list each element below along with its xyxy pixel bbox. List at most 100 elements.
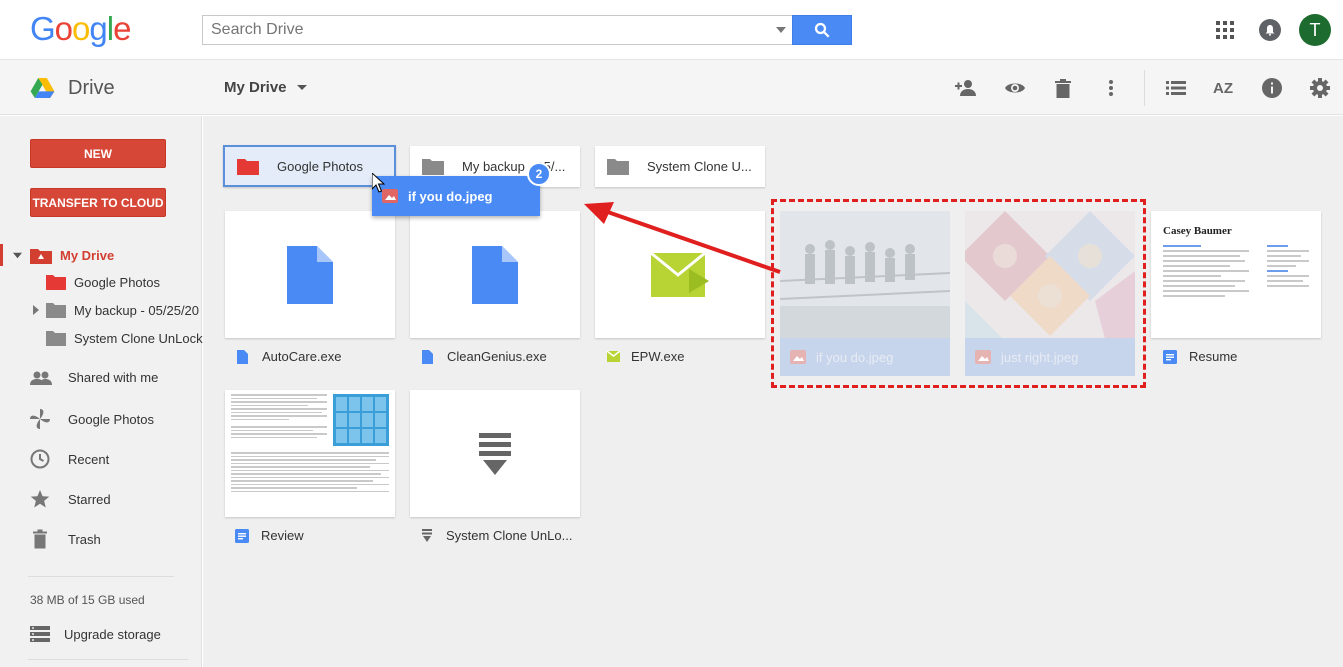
search-box bbox=[202, 15, 792, 45]
search-icon bbox=[814, 22, 830, 38]
sidebar-item-label: Trash bbox=[68, 531, 101, 547]
drive-toolbar: Drive My Drive AZ bbox=[0, 60, 1343, 115]
file-label-autocare[interactable]: AutoCare.exe bbox=[237, 349, 342, 364]
sidebar-item-my-drive[interactable]: My Drive bbox=[13, 247, 114, 264]
folder-icon bbox=[422, 159, 444, 175]
file-label-cleangenius[interactable]: CleanGenius.exe bbox=[422, 349, 547, 364]
envelope-small-icon bbox=[607, 351, 621, 362]
logo-letter-g2: g bbox=[89, 10, 107, 47]
drag-selection-highlight bbox=[771, 199, 1146, 388]
folder-name: System Clone U... bbox=[647, 159, 752, 174]
document-file-icon bbox=[472, 245, 518, 304]
sidebar-item-label: My Drive bbox=[60, 248, 115, 263]
folder-card-google-photos[interactable]: Google Photos bbox=[223, 145, 396, 187]
star-icon bbox=[30, 490, 50, 508]
people-icon bbox=[30, 371, 52, 385]
sidebar-item-label: Starred bbox=[68, 491, 111, 507]
file-name: System Clone UnLo... bbox=[446, 528, 573, 543]
transfer-to-cloud-button[interactable]: TRANSFER TO CLOUD bbox=[30, 188, 166, 217]
pinwheel-photos-icon bbox=[30, 409, 50, 429]
preview-eye-icon[interactable] bbox=[1004, 77, 1026, 99]
folder-icon bbox=[607, 159, 629, 175]
review-preview bbox=[225, 390, 395, 450]
trash-icon[interactable] bbox=[1052, 77, 1074, 99]
file-label-resume[interactable]: Resume bbox=[1163, 349, 1237, 364]
sidebar-item-starred[interactable]: Starred bbox=[30, 489, 111, 509]
list-view-icon[interactable] bbox=[1165, 77, 1187, 99]
logo-letter-e: e bbox=[113, 10, 131, 47]
folder-icon bbox=[46, 275, 66, 290]
drag-preview-chip: if you do.jpeg bbox=[372, 176, 540, 216]
apps-icon[interactable] bbox=[1215, 20, 1235, 40]
sort-az-icon[interactable]: AZ bbox=[1212, 77, 1234, 99]
sidebar-item-label: My backup - 05/25/20 bbox=[74, 302, 200, 318]
file-name: Review bbox=[261, 528, 304, 543]
folder-icon bbox=[237, 158, 259, 175]
info-icon[interactable] bbox=[1261, 77, 1283, 99]
sidebar-item-recent[interactable]: Recent bbox=[30, 449, 109, 469]
notifications-bell-icon[interactable] bbox=[1259, 19, 1281, 41]
file-label-review[interactable]: Review bbox=[235, 528, 304, 543]
sidebar-item-google-photos[interactable]: Google Photos bbox=[30, 409, 154, 429]
file-label-system-clone[interactable]: System Clone UnLo... bbox=[422, 528, 572, 543]
google-doc-icon bbox=[1163, 349, 1177, 364]
share-add-person-icon[interactable] bbox=[955, 77, 977, 99]
more-vert-icon[interactable] bbox=[1100, 77, 1122, 99]
document-file-icon bbox=[287, 245, 333, 304]
sidebar-item-label: Recent bbox=[68, 451, 110, 467]
location-label: My Drive bbox=[224, 79, 287, 96]
drive-folder-icon bbox=[30, 249, 52, 264]
document-small-icon bbox=[422, 349, 433, 364]
chevron-down-icon[interactable] bbox=[13, 251, 22, 260]
drag-count-badge: 2 bbox=[527, 162, 551, 186]
file-name: AutoCare.exe bbox=[262, 349, 342, 364]
folder-icon bbox=[46, 303, 66, 318]
toolbar-divider bbox=[1144, 70, 1145, 106]
folder-name: Google Photos bbox=[277, 158, 364, 174]
upgrade-storage-label: Upgrade storage bbox=[64, 626, 161, 642]
resume-preview: Casey Baumer bbox=[1151, 211, 1321, 314]
file-thumb-autocare[interactable] bbox=[225, 211, 395, 338]
sidebar-item-label: Shared with me bbox=[68, 370, 159, 385]
google-logo[interactable]: Google bbox=[30, 10, 131, 48]
new-button[interactable]: NEW bbox=[30, 139, 166, 168]
archive-download-icon bbox=[479, 432, 511, 475]
trash-icon bbox=[33, 529, 47, 549]
folder-card-system-clone[interactable]: System Clone U... bbox=[595, 146, 765, 187]
sidebar-item-label: Google Photos bbox=[68, 411, 155, 427]
sidebar: NEW TRANSFER TO CLOUD My Drive Google Ph… bbox=[0, 116, 203, 667]
search-options-chevron-down-icon[interactable] bbox=[776, 27, 786, 33]
chevron-right-icon[interactable] bbox=[32, 305, 40, 315]
file-name: CleanGenius.exe bbox=[447, 349, 547, 364]
file-thumb-review[interactable] bbox=[225, 390, 395, 517]
storage-stack-icon bbox=[30, 626, 50, 642]
mouse-cursor-icon bbox=[372, 173, 385, 193]
sidebar-item-shared-with-me[interactable]: Shared with me bbox=[30, 370, 158, 385]
file-thumb-system-clone[interactable] bbox=[410, 390, 580, 517]
drive-logo-icon[interactable] bbox=[30, 78, 55, 98]
sidebar-bottom-divider bbox=[28, 659, 188, 660]
upgrade-storage-link[interactable]: Upgrade storage bbox=[30, 626, 161, 642]
file-name: Resume bbox=[1189, 349, 1238, 364]
account-avatar[interactable]: T bbox=[1299, 14, 1331, 46]
drive-app-name[interactable]: Drive bbox=[68, 77, 115, 100]
storage-usage-text: 38 MB of 15 GB used bbox=[30, 593, 145, 607]
search-button[interactable] bbox=[792, 15, 852, 45]
sidebar-item-label: System Clone UnLock bbox=[74, 330, 203, 346]
sidebar-item-trash[interactable]: Trash bbox=[30, 529, 101, 549]
sidebar-item-system-clone-folder[interactable]: System Clone UnLock bbox=[46, 330, 203, 346]
logo-letter-o1: o bbox=[54, 10, 73, 47]
settings-gear-icon[interactable] bbox=[1309, 77, 1331, 99]
file-label-epw[interactable]: EPW.exe bbox=[607, 349, 684, 364]
red-arrow-annotation bbox=[584, 202, 781, 274]
my-drive-location-menu[interactable]: My Drive bbox=[224, 79, 307, 96]
search-input[interactable] bbox=[203, 16, 763, 44]
file-thumb-resume[interactable]: Casey Baumer bbox=[1151, 211, 1321, 338]
file-thumb-cleangenius[interactable] bbox=[410, 211, 580, 338]
clock-icon bbox=[30, 449, 50, 469]
folder-icon bbox=[46, 331, 66, 346]
sidebar-divider bbox=[28, 576, 174, 577]
sidebar-item-google-photos-folder[interactable]: Google Photos bbox=[46, 274, 160, 290]
sidebar-item-my-backup-folder[interactable]: My backup - 05/25/20 bbox=[32, 302, 199, 318]
document-small-icon bbox=[237, 349, 248, 364]
